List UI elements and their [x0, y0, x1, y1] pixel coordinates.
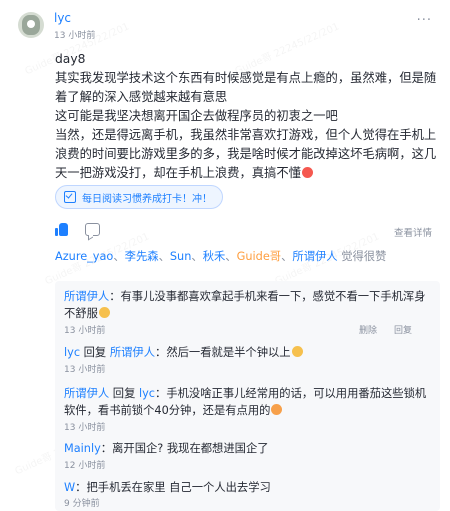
reply-target[interactable]: lyc [139, 387, 155, 400]
post-line: 这可能是我坚决想离开国企去做程序员的初衷之一吧 [55, 109, 338, 123]
comment-item: Mainly：离开国企? 我现在都想进国企了 [64, 440, 432, 457]
reply-button[interactable]: 回复 [394, 323, 412, 336]
comment-author[interactable]: Mainly [64, 442, 101, 455]
wink-emoji-icon [271, 404, 283, 415]
comment-item: lyc 回复 所谓伊人：然后一看就是半个钟以上 [64, 344, 432, 361]
comment-item: 所谓伊人：有事儿没事都喜欢拿起手机来看一下，感觉不看一下手机浑身不舒服 [64, 288, 432, 322]
comment-author[interactable]: lyc [64, 346, 80, 359]
comments-panel: 所谓伊人：有事儿没事都喜欢拿起手机来看一下，感觉不看一下手机浑身不舒服 13 小… [55, 281, 440, 511]
post-line: 其实我发现学技术这个东西有时候感觉是有点上瘾的，虽然难，但是随着了解的深入感觉越… [55, 71, 437, 104]
reply-word: 回复 [80, 346, 110, 359]
comment-text: ：有事儿没事都喜欢拿起手机来看一下，感觉不看一下手机浑身不舒服 [64, 290, 426, 320]
comment-time: 9 分钟前 [64, 499, 100, 509]
smile-emoji-icon [98, 307, 110, 318]
liker-name[interactable]: Azure_yao [55, 250, 113, 263]
liker-name[interactable]: Sun [170, 250, 192, 263]
post-line: day8 [55, 52, 86, 66]
checkbox-icon [64, 191, 76, 203]
liker-name[interactable]: Guide哥 [237, 250, 281, 263]
likers-list: Azure_yao、李先森、Sun、秋禾、Guide哥、所谓伊人 觉得很赞 [55, 250, 387, 263]
view-detail-link[interactable]: 查看详情 [394, 225, 432, 239]
liker-name[interactable]: 秋禾 [203, 250, 226, 263]
comment-item: 所谓伊人 回复 lyc：手机没啥正事儿经常用的话，可以用用番茄这些锁机软件，看书… [64, 385, 432, 419]
comment-time: 13 小时前 [64, 326, 106, 336]
angry-emoji-icon [301, 167, 313, 178]
comment-meta: 13 小时前 [64, 362, 432, 375]
post-time: 13 小时前 [54, 31, 96, 41]
topic-label: 每日阅读习惯养成打卡！冲！ [82, 193, 212, 205]
comment-time: 13 小时前 [64, 423, 106, 433]
comment-meta: 13 小时前 删除 回复 [64, 323, 432, 336]
avatar[interactable] [18, 12, 44, 38]
comment-meta: 9 分钟前 [64, 496, 432, 509]
reply-target[interactable]: 所谓伊人 [110, 346, 155, 359]
post-header: lyc 13 小时前 ··· [18, 10, 440, 42]
liker-name[interactable]: 李先森 [125, 250, 159, 263]
comment-meta: 13 小时前 [64, 420, 432, 433]
comment-time: 13 小时前 [64, 365, 106, 375]
comment-author[interactable]: W [64, 481, 75, 494]
comment-text: ：把手机丢在家里 自己一个人出去学习 [75, 481, 271, 494]
topic-tag[interactable]: 每日阅读习惯养成打卡！冲！ [55, 185, 223, 209]
post-line: 当然，还是得远离手机，我虽然非常喜欢打游戏，但个人觉得在手机上浪费的时间要比游戏… [55, 126, 440, 183]
comment-text: ：然后一看就是半个钟以上 [155, 346, 291, 359]
delete-button[interactable]: 删除 [359, 323, 377, 336]
smile-emoji-icon [291, 346, 303, 357]
liker-name[interactable]: 所谓伊人 [292, 250, 337, 263]
author-name[interactable]: lyc [54, 11, 71, 25]
more-options-icon[interactable]: ··· [417, 13, 432, 28]
comment-meta: 12 小时前 [64, 458, 432, 471]
comment-text: ：离开国企? 我现在都想进国企了 [100, 442, 269, 455]
comment-time: 12 小时前 [64, 461, 106, 471]
likers-suffix: 觉得很赞 [341, 250, 387, 263]
reply-word: 回复 [109, 387, 139, 400]
post-actions [55, 222, 135, 238]
comment-icon[interactable] [85, 223, 100, 236]
post-line-text: 当然，还是得远离手机，我虽然非常喜欢打游戏，但个人觉得在手机上浪费的时间要比游戏… [55, 128, 437, 180]
comment-author[interactable]: 所谓伊人 [64, 387, 109, 400]
comment-item: W：把手机丢在家里 自己一个人出去学习 [64, 479, 432, 496]
comment-author[interactable]: 所谓伊人 [64, 290, 109, 303]
post-content: day8 其实我发现学技术这个东西有时候感觉是有点上瘾的，虽然难，但是随着了解的… [55, 50, 440, 183]
like-icon[interactable] [55, 222, 68, 236]
